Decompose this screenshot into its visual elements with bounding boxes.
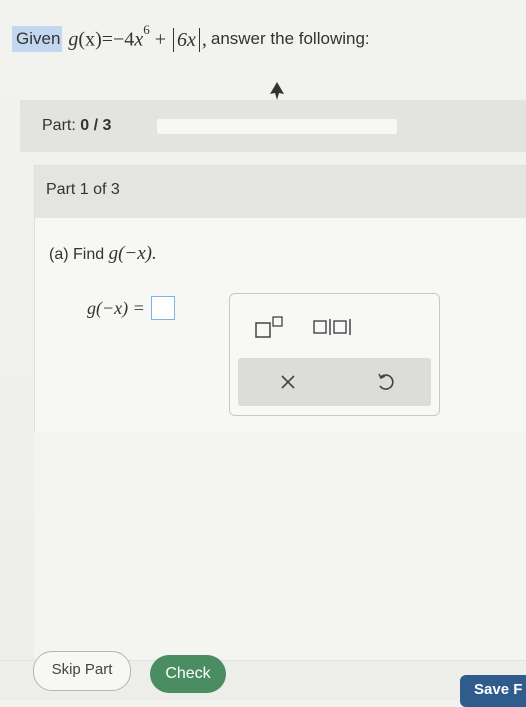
function-equals: =−4: [101, 28, 135, 51]
part-card-title: Part 1 of 3: [46, 181, 120, 198]
question-header: Given g(x)=−4x6 + 6x, answer the followi…: [12, 22, 370, 52]
function-exponent: 6: [143, 22, 150, 38]
math-palette: [229, 293, 440, 416]
question-rest: answer the following:: [210, 29, 370, 48]
given-label: Given: [12, 26, 63, 52]
answer-row: g(−x) =: [87, 296, 175, 320]
save-button[interactable]: Save F: [460, 675, 526, 707]
absolute-value-icon[interactable]: [310, 315, 360, 339]
work-area: [34, 432, 526, 660]
function-arg: (x): [78, 28, 102, 51]
mouse-cursor-icon: [270, 82, 284, 100]
function-definition: g(x)=−4x6 + 6x,: [68, 22, 207, 52]
clear-icon[interactable]: [278, 372, 298, 392]
answer-input[interactable]: [150, 296, 175, 320]
prompt-prefix: (a) Find: [49, 246, 105, 263]
function-plus: +: [149, 28, 166, 51]
palette-actions: [238, 358, 431, 406]
progress-track: [157, 119, 397, 134]
absolute-value: 6x: [172, 27, 200, 52]
prompt-math: g(−x).: [108, 243, 157, 264]
function-var: x: [134, 28, 144, 51]
part-label-text: Part:: [42, 117, 76, 134]
function-comma: ,: [201, 28, 207, 51]
undo-icon[interactable]: [374, 371, 396, 393]
part-score: Part: 0 / 3: [42, 117, 111, 135]
part-card-header: Part 1 of 3: [35, 166, 526, 218]
check-button[interactable]: Check: [150, 655, 226, 693]
function-name: g: [68, 28, 79, 51]
answer-lhs: g(−x) =: [87, 297, 145, 318]
question-prompt: (a) Find g(−x).: [49, 243, 157, 265]
part-score-value: 0 / 3: [80, 117, 112, 134]
superscript-icon[interactable]: [254, 314, 290, 340]
part-progress-bar: Part: 0 / 3: [20, 100, 526, 152]
skip-part-button[interactable]: Skip Part: [33, 651, 131, 691]
abs-content: 6x: [176, 28, 196, 51]
